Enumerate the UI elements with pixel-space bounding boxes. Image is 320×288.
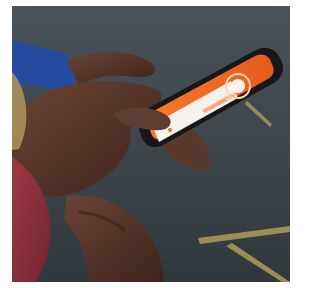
screen-orange-dot [168, 128, 172, 132]
progress-center [231, 79, 245, 93]
photo [12, 6, 290, 282]
photo-scene [12, 6, 290, 282]
image-canvas [0, 0, 290, 288]
